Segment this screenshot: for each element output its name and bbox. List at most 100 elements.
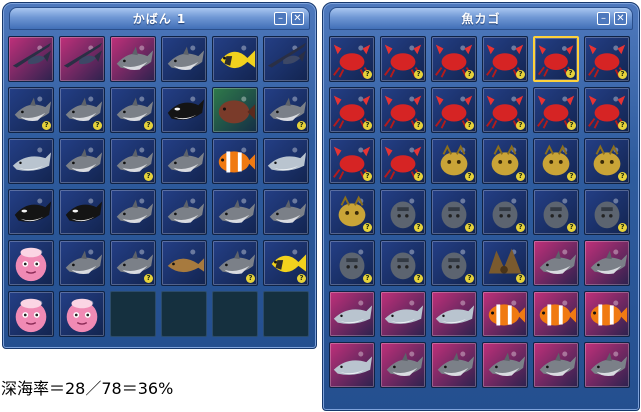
item-slot-crab[interactable]: ? [482, 87, 528, 133]
item-slot-grouper[interactable] [212, 87, 258, 133]
unidentified-badge-icon: ? [363, 70, 372, 79]
item-slot-crab[interactable]: ? [329, 138, 375, 184]
empty-slot[interactable] [212, 291, 258, 337]
pink-blob-icon [15, 247, 47, 282]
item-slot-shark[interactable] [110, 36, 156, 82]
item-slot-shark[interactable] [59, 138, 105, 184]
item-slot-golden-creature[interactable]: ? [329, 189, 375, 235]
item-slot-dolphin[interactable] [329, 291, 375, 337]
item-slot-dolphin[interactable] [329, 342, 375, 388]
item-slot-crab[interactable]: ? [380, 138, 426, 184]
minimize-button[interactable]: – [597, 12, 610, 25]
item-slot-crab[interactable]: ? [584, 36, 630, 82]
item-slot-clownfish[interactable] [482, 291, 528, 337]
item-slot-brown-creature[interactable]: ? [482, 240, 528, 286]
item-slot-marlin[interactable] [59, 36, 105, 82]
item-slot-dolphin[interactable] [431, 291, 477, 337]
item-slot-orca[interactable] [161, 87, 207, 133]
item-slot-fish[interactable] [161, 240, 207, 286]
shark-icon [167, 199, 205, 223]
item-slot-shark[interactable]: ? [110, 240, 156, 286]
item-slot-shark[interactable] [482, 342, 528, 388]
clownfish-icon [218, 151, 256, 173]
item-slot-stone-creature[interactable]: ? [584, 189, 630, 235]
shark-icon [269, 199, 307, 223]
item-slot-marlin[interactable] [8, 36, 54, 82]
item-slot-dolphin[interactable] [263, 138, 309, 184]
item-slot-dolphin[interactable] [8, 138, 54, 184]
empty-slot[interactable] [161, 291, 207, 337]
item-slot-golden-creature[interactable]: ? [584, 138, 630, 184]
item-slot-shark[interactable] [584, 240, 630, 286]
fish-basket-titlebar[interactable]: 魚カゴ – ✕ [329, 7, 633, 30]
item-slot-shark[interactable]: ? [263, 87, 309, 133]
item-slot-crab[interactable]: ? [584, 87, 630, 133]
item-slot-stone-creature[interactable]: ? [431, 240, 477, 286]
item-slot-crab[interactable]: ? [533, 87, 579, 133]
item-slot-crab[interactable]: ? [329, 36, 375, 82]
item-slot-orca[interactable] [59, 189, 105, 235]
item-slot-stone-creature[interactable]: ? [482, 189, 528, 235]
item-slot-crab[interactable]: ? [431, 36, 477, 82]
item-slot-shark[interactable] [533, 240, 579, 286]
item-slot-shark[interactable]: ? [59, 87, 105, 133]
item-slot-shark[interactable] [110, 189, 156, 235]
item-slot-crab[interactable]: ? [482, 36, 528, 82]
close-button[interactable]: ✕ [291, 12, 304, 25]
item-slot-pink-blob[interactable] [8, 240, 54, 286]
item-slot-tropical-fish[interactable] [212, 36, 258, 82]
item-slot-clownfish[interactable] [212, 138, 258, 184]
item-slot-crab[interactable]: ? [380, 87, 426, 133]
item-slot-shark[interactable] [212, 189, 258, 235]
empty-slot[interactable] [263, 291, 309, 337]
minimize-button[interactable]: – [274, 12, 287, 25]
item-slot-dolphin[interactable] [380, 291, 426, 337]
item-slot-shark[interactable] [533, 342, 579, 388]
item-slot-shark[interactable]: ? [110, 87, 156, 133]
marlin-icon [267, 42, 307, 68]
item-slot-pink-blob[interactable] [8, 291, 54, 337]
pink-blob-icon [66, 298, 98, 333]
item-slot-golden-creature[interactable]: ? [431, 138, 477, 184]
item-slot-golden-creature[interactable]: ? [533, 138, 579, 184]
unidentified-badge-icon: ? [465, 70, 474, 79]
item-slot-shark[interactable]: ? [110, 138, 156, 184]
item-slot-stone-creature[interactable]: ? [329, 240, 375, 286]
orca-icon [65, 201, 103, 222]
dolphin-icon [333, 356, 373, 375]
item-slot-stone-creature[interactable]: ? [380, 240, 426, 286]
item-slot-shark[interactable]: ? [212, 240, 258, 286]
unidentified-badge-icon: ? [516, 274, 525, 283]
item-slot-crab[interactable]: ? [533, 36, 579, 82]
item-slot-orca[interactable] [8, 189, 54, 235]
item-slot-shark[interactable] [431, 342, 477, 388]
item-slot-stone-creature[interactable]: ? [380, 189, 426, 235]
item-slot-shark[interactable] [380, 342, 426, 388]
empty-slot[interactable] [110, 291, 156, 337]
bag-titlebar[interactable]: かばん 1 – ✕ [9, 7, 310, 30]
item-slot-shark[interactable] [161, 138, 207, 184]
item-slot-shark[interactable] [161, 189, 207, 235]
item-slot-clownfish[interactable] [584, 291, 630, 337]
item-slot-crab[interactable]: ? [329, 87, 375, 133]
item-slot-stone-creature[interactable]: ? [431, 189, 477, 235]
item-slot-stone-creature[interactable]: ? [533, 189, 579, 235]
item-slot-marlin[interactable] [263, 36, 309, 82]
clownfish-icon [488, 304, 526, 326]
unidentified-badge-icon: ? [297, 274, 306, 283]
shark-icon [218, 199, 256, 223]
item-slot-crab[interactable]: ? [431, 87, 477, 133]
item-slot-tropical-fish[interactable]: ? [263, 240, 309, 286]
item-slot-shark[interactable] [161, 36, 207, 82]
item-slot-clownfish[interactable] [533, 291, 579, 337]
item-slot-crab[interactable]: ? [380, 36, 426, 82]
unidentified-badge-icon: ? [465, 223, 474, 232]
item-slot-shark[interactable]: ? [8, 87, 54, 133]
item-slot-shark[interactable] [59, 240, 105, 286]
close-button[interactable]: ✕ [614, 12, 627, 25]
unidentified-badge-icon: ? [618, 223, 627, 232]
item-slot-shark[interactable] [584, 342, 630, 388]
item-slot-golden-creature[interactable]: ? [482, 138, 528, 184]
item-slot-shark[interactable] [263, 189, 309, 235]
item-slot-pink-blob[interactable] [59, 291, 105, 337]
